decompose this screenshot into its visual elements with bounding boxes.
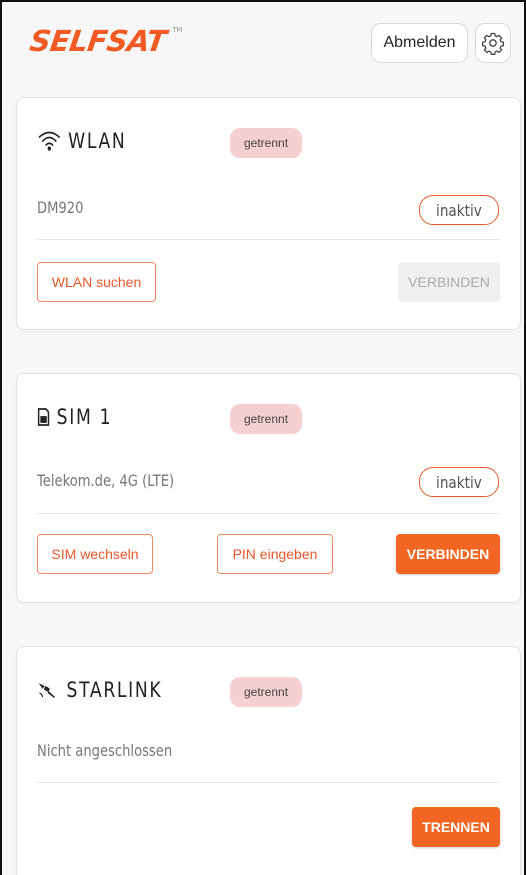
selfsat-logo: SELFSAT TM xyxy=(27,24,182,58)
starlink-divider xyxy=(37,782,500,783)
wlan-title-label: WLAN xyxy=(68,129,127,153)
sim-connect-label: VERBINDEN xyxy=(406,546,490,562)
logout-label: Abmelden xyxy=(383,34,456,51)
starlink-info: Nicht angeschlossen xyxy=(37,741,173,760)
wlan-connect-label: VERBINDEN xyxy=(408,274,490,290)
pin-enter-button[interactable]: PIN eingeben xyxy=(217,534,333,574)
sim-state-label: inaktiv xyxy=(436,472,482,492)
starlink-title: STARLINK xyxy=(37,675,162,705)
sim-switch-label: SIM wechseln xyxy=(51,546,139,562)
wlan-card: WLAN getrennt DM920 inaktiv WLAN suchen … xyxy=(16,97,521,330)
wifi-icon xyxy=(37,130,62,152)
wlan-status-label: getrennt xyxy=(244,136,289,150)
logo-tm: TM xyxy=(172,26,182,34)
wlan-title: WLAN xyxy=(37,126,126,156)
sim-card: SIM 1 getrennt Telekom.de, 4G (LTE) inak… xyxy=(16,373,521,603)
header: SELFSAT TM Abmelden xyxy=(0,0,526,80)
logo-text: SELFSAT xyxy=(27,24,169,58)
gear-icon xyxy=(481,31,505,55)
wlan-search-label: WLAN suchen xyxy=(51,274,142,290)
sim-card-icon xyxy=(37,407,50,427)
wlan-status-badge: getrennt xyxy=(230,128,303,158)
wlan-state-label: inaktiv xyxy=(436,200,482,220)
satellite-icon xyxy=(37,681,60,699)
sim-state-pill: inaktiv xyxy=(419,467,499,497)
sim-title: SIM 1 xyxy=(37,402,112,432)
sim-status-badge: getrennt xyxy=(230,404,303,434)
wlan-divider xyxy=(37,239,500,240)
starlink-title-label: STARLINK xyxy=(66,678,163,702)
sim-connect-button[interactable]: VERBINDEN xyxy=(396,534,500,574)
logout-button[interactable]: Abmelden xyxy=(371,23,468,63)
sim-status-label: getrennt xyxy=(244,412,289,426)
sim-network-name: Telekom.de, 4G (LTE) xyxy=(37,471,175,490)
starlink-status-badge: getrennt xyxy=(230,677,303,707)
pin-enter-label: PIN eingeben xyxy=(232,546,318,562)
settings-button[interactable] xyxy=(475,23,511,63)
sim-divider xyxy=(37,513,500,514)
wlan-connect-button[interactable]: VERBINDEN xyxy=(398,262,500,302)
starlink-card: STARLINK getrennt Nicht angeschlossen TR… xyxy=(16,646,521,875)
wlan-state-pill: inaktiv xyxy=(419,195,499,225)
wlan-search-button[interactable]: WLAN suchen xyxy=(37,262,156,302)
starlink-disconnect-button[interactable]: TRENNEN xyxy=(412,807,500,847)
starlink-status-label: getrennt xyxy=(244,685,289,699)
sim-switch-button[interactable]: SIM wechseln xyxy=(37,534,153,574)
wlan-network-name: DM920 xyxy=(37,198,84,217)
sim-title-label: SIM 1 xyxy=(56,405,113,429)
starlink-disconnect-label: TRENNEN xyxy=(422,819,490,835)
